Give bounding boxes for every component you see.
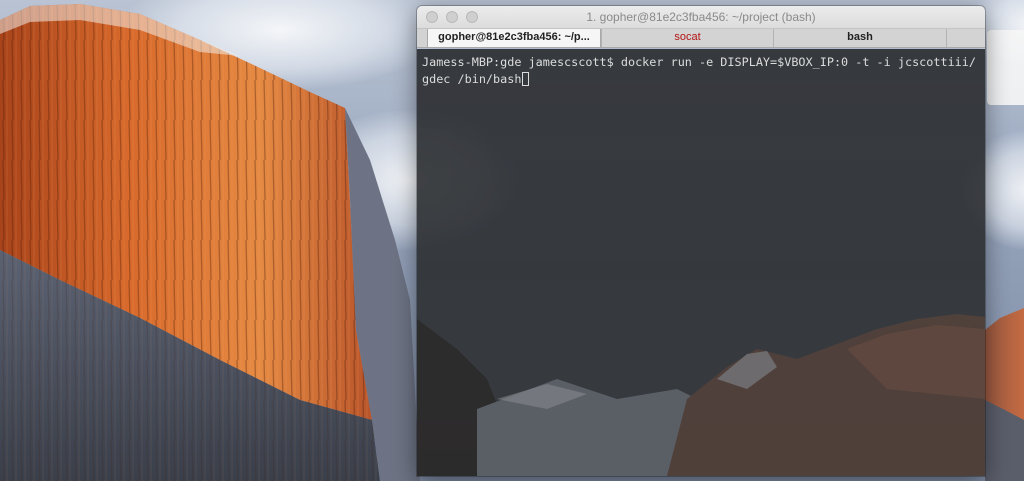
tab-label: bash bbox=[847, 31, 873, 43]
shell-prompt: Jamess-MBP:gde jamescscott$ bbox=[422, 55, 621, 69]
tab-socat[interactable]: socat bbox=[601, 28, 773, 47]
cursor-icon bbox=[522, 72, 530, 86]
terminal-window[interactable]: 1. gopher@81e2c3fba456: ~/project (bash)… bbox=[417, 6, 985, 476]
terminal-text: Jamess-MBP:gde jamescscott$ docker run -… bbox=[417, 49, 985, 88]
tab-bash[interactable]: bash bbox=[773, 28, 947, 47]
background-window-edge bbox=[987, 30, 1024, 105]
title-bar[interactable]: 1. gopher@81e2c3fba456: ~/project (bash) bbox=[417, 6, 985, 29]
terminal-output[interactable]: Jamess-MBP:gde jamescscott$ docker run -… bbox=[417, 49, 985, 476]
tab-label: gopher@81e2c3fba456: ~/p... bbox=[438, 31, 590, 43]
tab-label: socat bbox=[674, 31, 701, 43]
terminal-background-image bbox=[417, 49, 985, 476]
window-title: 1. gopher@81e2c3fba456: ~/project (bash) bbox=[586, 10, 816, 24]
tab-gopher[interactable]: gopher@81e2c3fba456: ~/p... bbox=[427, 27, 601, 47]
tab-bar: gopher@81e2c3fba456: ~/p... socat bash bbox=[417, 27, 985, 48]
